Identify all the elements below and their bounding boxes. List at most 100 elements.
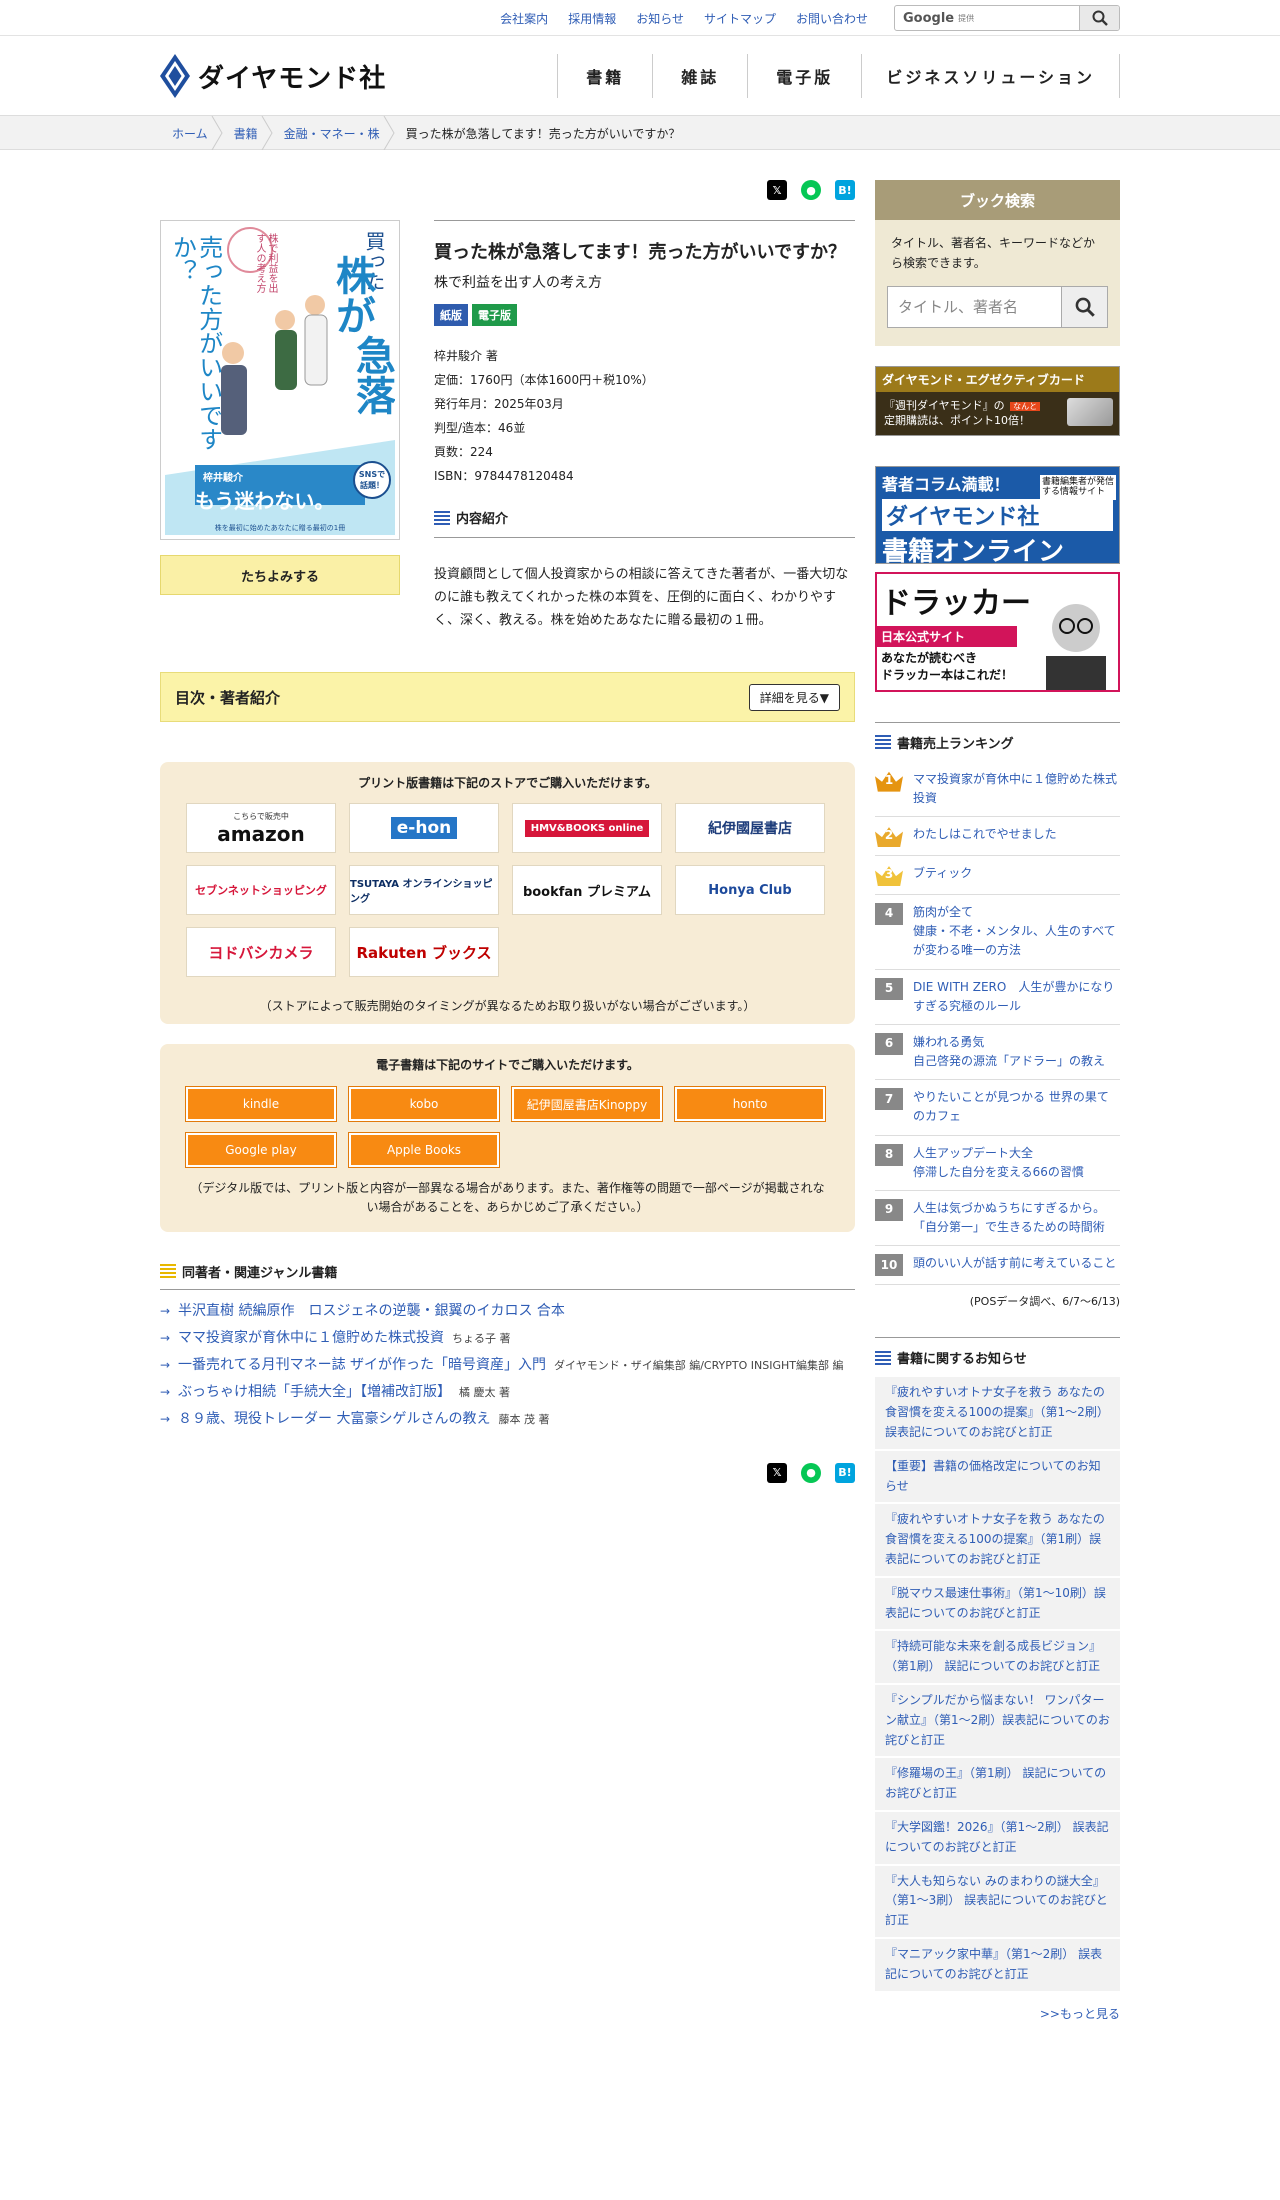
honyaclub-logo: Honya Club bbox=[708, 882, 792, 898]
related-item-link[interactable]: 半沢直樹 続編原作 ロスジェネの逆襲・銀翼のイカロス 合本 bbox=[178, 1303, 565, 1319]
ebook-honto-button[interactable]: honto bbox=[674, 1086, 826, 1123]
related-item-link[interactable]: 一番売れてる月刊マネー誌 ザイが作った「暗号資産」入門 bbox=[178, 1357, 546, 1373]
util-link-news[interactable]: お知らせ bbox=[636, 10, 684, 27]
banner3-b: 日本公式サイト bbox=[877, 625, 1017, 647]
ranking-item-title[interactable]: DIE WITH ZERO 人生が豊かになりすぎる究極のルール bbox=[913, 980, 1114, 1013]
breadcrumb-home[interactable]: ホーム bbox=[172, 125, 208, 142]
store-ehon[interactable]: e-hon bbox=[349, 803, 499, 854]
print-stores: プリント版書籍は下記のストアでご購入いただけます。 こちらで販売中 amazon … bbox=[160, 762, 855, 1025]
news-item[interactable]: 『疲れやすいオトナ女子を救う あなたの食習慣を変える100の提案』（第1〜2刷）… bbox=[875, 1377, 1120, 1451]
nav-business-solution[interactable]: ビジネスソリューション bbox=[861, 54, 1120, 98]
news-more-link[interactable]: >>もっと見る bbox=[875, 2005, 1120, 2022]
breadcrumb: ホーム 書籍 金融・マネー・株 買った株が急落してます！売った方がいいですか？ bbox=[0, 116, 1280, 150]
store-honyaclub[interactable]: Honya Club bbox=[675, 865, 825, 916]
ebook-googleplay-button[interactable]: Google play bbox=[185, 1132, 337, 1169]
news-item[interactable]: 『大学図鑑！2026』（第1〜2刷） 誤表記についてのお詫びと訂正 bbox=[875, 1811, 1120, 1866]
ranking-item-sub[interactable]: 健康・不老・メンタル、人生のすべてが変わる唯一の方法 bbox=[913, 924, 1116, 957]
hatena-bookmark-icon[interactable]: B! bbox=[835, 180, 855, 200]
shoseki-online-banner[interactable]: 著者コラム満載！ 書籍編集者が発信する情報サイト ダイヤモンド社 書籍オンライン bbox=[875, 465, 1120, 567]
crown-silver-icon: 2 bbox=[875, 827, 903, 847]
executive-card-banner[interactable]: ダイヤモンド・エグゼクティブカード 『週刊ダイヤモンド』の なんと 定期購読は、… bbox=[875, 365, 1120, 436]
news-item[interactable]: 『シンプルだから悩まない！ ワンパターン献立』（第1〜2刷）誤表記についてのお詫… bbox=[875, 1684, 1120, 1759]
ranking-item-title[interactable]: 筋肉が全て bbox=[913, 905, 973, 919]
ebook-stores: 電子書籍は下記のサイトでご購入いただけます。 kindle kobo 紀伊國屋書… bbox=[160, 1044, 855, 1232]
banner2-c: ダイヤモンド社 bbox=[882, 498, 1113, 531]
rank-number: 6 bbox=[875, 1032, 903, 1055]
meta-isbn: ISBN：9784478120484 bbox=[434, 469, 574, 483]
ranking-note: (POSデータ調べ、6/7〜6/13) bbox=[969, 1295, 1120, 1309]
breadcrumb-item: 書籍 bbox=[222, 116, 273, 150]
nav-books[interactable]: 書籍 bbox=[557, 54, 652, 98]
rank-number: 9 bbox=[875, 1199, 903, 1222]
nav-digital[interactable]: 電子版 bbox=[747, 54, 861, 98]
ranking-item-title[interactable]: 頭のいい人が話す前に考えていること bbox=[913, 1256, 1116, 1270]
util-link-recruit[interactable]: 採用情報 bbox=[568, 10, 616, 27]
store-bookfan[interactable]: bookfan プレミアム bbox=[512, 865, 662, 916]
line-share-icon[interactable]: ● bbox=[801, 1462, 821, 1483]
util-link-sitemap[interactable]: サイトマップ bbox=[704, 10, 776, 27]
drucker-banner[interactable]: ドラッカー 日本公式サイト あなたが読むべき ドラッカー本はこれだ！ bbox=[875, 571, 1120, 692]
ranking-item-title[interactable]: 人生アップデート大全 bbox=[913, 1146, 1033, 1160]
book-subtitle: 株で利益を出す人の考え方 bbox=[434, 275, 602, 291]
ranking-item-title[interactable]: ママ投資家が育休中に１億貯めた株式投資 bbox=[913, 772, 1117, 805]
book-cover[interactable]: 株で利益を出す人の考え方 買った 株が 急落 売った方がいいですか？ 椊井駿介 … bbox=[160, 220, 400, 540]
google-search-button[interactable] bbox=[1079, 6, 1119, 30]
book-search-button[interactable] bbox=[1061, 286, 1107, 327]
util-link-company[interactable]: 会社案内 bbox=[500, 10, 548, 27]
news-item[interactable]: 『持続可能な未来を創る成長ビジョン』（第1刷） 誤記についてのお詫びと訂正 bbox=[875, 1631, 1120, 1685]
ranking-item: 6 嫌われる勇気自己啓発の源流「アドラー」の教え bbox=[875, 1025, 1120, 1081]
ranking-item-sub[interactable]: 「自分第一」で生きるための時間術 bbox=[913, 1220, 1105, 1234]
store-yodobashi[interactable]: ヨドバシカメラ bbox=[186, 927, 336, 978]
news-item[interactable]: 『大人も知らない みのまわりの謎大全』（第1〜3刷） 誤表記についてのお詫びと訂… bbox=[875, 1865, 1120, 1939]
drucker-portrait-icon bbox=[1046, 603, 1106, 690]
ranking-item-sub[interactable]: 自己啓発の源流「アドラー」の教え bbox=[913, 1054, 1105, 1068]
ebook-applebooks-button[interactable]: Apple Books bbox=[348, 1132, 500, 1169]
preview-button[interactable]: たちよみする bbox=[160, 555, 400, 595]
store-hmv[interactable]: HMV&BOOKS online bbox=[512, 803, 662, 854]
store-rakuten[interactable]: Rakuten ブックス bbox=[349, 927, 499, 978]
ranking-item: 3 ブティック bbox=[875, 856, 1120, 895]
book-search-box: タイトル、著者名 bbox=[887, 285, 1108, 328]
amazon-sub-label: こちらで販売中 bbox=[233, 811, 289, 821]
nav-magazines[interactable]: 雑誌 bbox=[652, 54, 747, 98]
line-share-icon[interactable]: ● bbox=[801, 180, 821, 200]
ebook-kinoppy-button[interactable]: 紀伊國屋書店Kinoppy bbox=[511, 1086, 663, 1123]
meta-price: 定価：1760円（本体1600円＋税10%） bbox=[434, 373, 654, 387]
book-search-input[interactable]: タイトル、著者名 bbox=[888, 287, 1061, 327]
ranking-item-title[interactable]: 人生は気づかぬうちにすぎるから。 bbox=[913, 1201, 1105, 1215]
x-share-icon[interactable]: 𝕏 bbox=[767, 1462, 787, 1483]
toc-detail-button[interactable]: 詳細を見る▼ bbox=[748, 683, 840, 711]
news-item[interactable]: 『脱マウス最速仕事術』（第1〜10刷）誤表記についてのお詫びと訂正 bbox=[875, 1577, 1120, 1632]
store-amazon[interactable]: こちらで販売中 amazon bbox=[186, 803, 336, 854]
ranking-item-title[interactable]: ブティック bbox=[913, 866, 972, 880]
ranking-item-title[interactable]: わたしはこれでやせました bbox=[913, 827, 1057, 841]
ranking-item-sub[interactable]: 停滞した自分を変える66の習慣 bbox=[913, 1165, 1084, 1179]
store-7net[interactable]: セブンネットショッピング bbox=[186, 865, 336, 916]
news-item[interactable]: 『修羅場の王』（第1刷） 誤記についてのお詫びと訂正 bbox=[875, 1758, 1120, 1812]
description-heading: 内容紹介 bbox=[434, 508, 855, 538]
book-info: 買った株が急落してます！売った方がいいですか？ 株で利益を出す人の考え方 紙版 … bbox=[434, 220, 855, 632]
related-item-link[interactable]: ８９歳、現役トレーダー 大富豪シゲルさんの教え bbox=[178, 1411, 490, 1427]
news-item[interactable]: 【重要】書籍の価格改定についてのお知らせ bbox=[875, 1450, 1120, 1505]
google-search-input[interactable]: Google 提供 bbox=[895, 6, 1079, 30]
hatena-bookmark-icon[interactable]: B! bbox=[835, 1462, 855, 1483]
ebook-kindle-button[interactable]: kindle bbox=[185, 1086, 337, 1123]
related-item-link[interactable]: ぶっちゃけ相続「手続大全」【増補改訂版】 bbox=[178, 1384, 451, 1400]
util-link-contact[interactable]: お問い合わせ bbox=[796, 10, 868, 27]
related-heading-label: 同著者・関連ジャンル書籍 bbox=[182, 1265, 338, 1281]
news-item[interactable]: 『マニアック家中華』（第1〜2刷） 誤表記についてのお詫びと訂正 bbox=[875, 1938, 1120, 1993]
related-item-link[interactable]: ママ投資家が育休中に１億貯めた株式投資 bbox=[178, 1330, 444, 1346]
breadcrumb-books[interactable]: 書籍 bbox=[234, 125, 258, 142]
x-share-icon[interactable]: 𝕏 bbox=[767, 180, 787, 200]
store-tsutaya[interactable]: TSUTAYA オンラインショッピング bbox=[349, 865, 499, 916]
news-item[interactable]: 『疲れやすいオトナ女子を救う あなたの食習慣を変える100の提案』（第1刷）誤表… bbox=[875, 1504, 1120, 1578]
breadcrumb-category[interactable]: 金融・マネー・株 bbox=[284, 125, 380, 142]
related-item-author: 橘 慶太 著 bbox=[459, 1385, 510, 1399]
site-logo[interactable]: ダイヤモンド社 bbox=[160, 54, 386, 98]
ranking-item-title[interactable]: 嫌われる勇気 bbox=[913, 1035, 984, 1049]
amazon-logo: amazon bbox=[217, 821, 305, 846]
ebook-kobo-button[interactable]: kobo bbox=[348, 1086, 500, 1123]
breadcrumb-current: 買った株が急落してます！売った方がいいですか？ bbox=[405, 126, 681, 141]
ranking-item-title[interactable]: やりたいことが見つかる 世界の果てのカフェ bbox=[913, 1090, 1109, 1123]
store-kinokuniya[interactable]: 紀伊國屋書店 bbox=[675, 803, 825, 854]
